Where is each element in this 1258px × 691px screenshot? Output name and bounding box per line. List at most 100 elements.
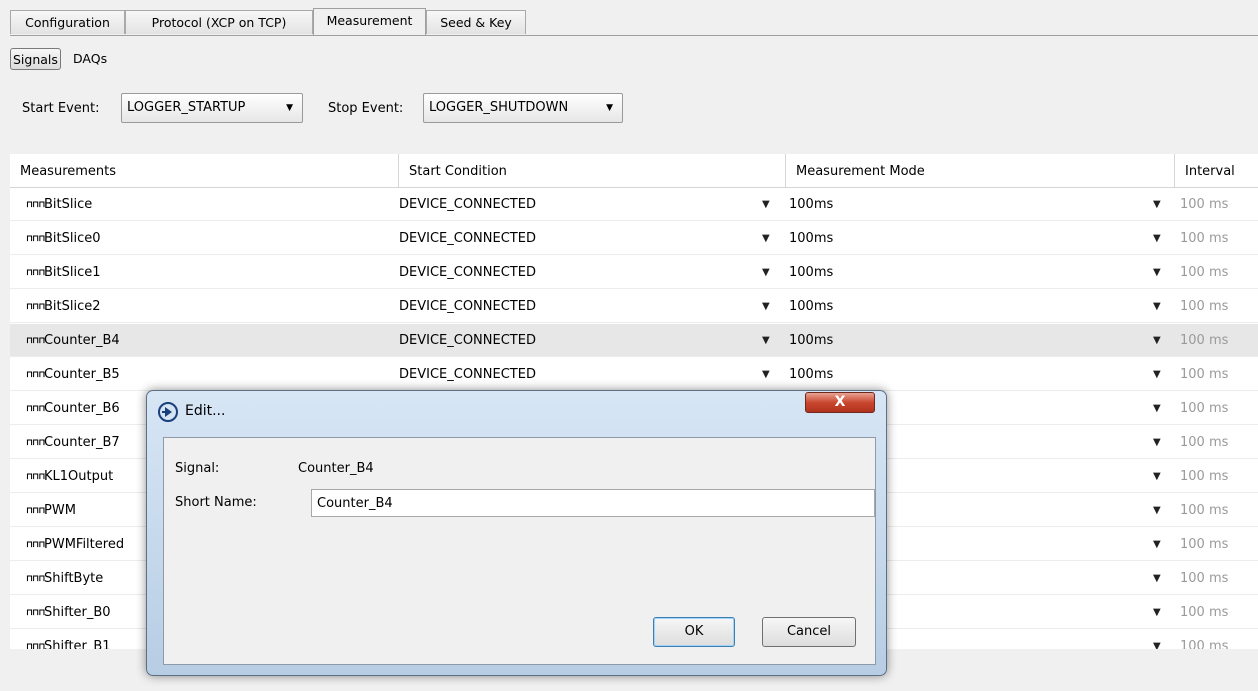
- tab-protocol[interactable]: Protocol (XCP on TCP): [125, 10, 313, 34]
- measurement-name: BitSlice0: [44, 231, 101, 246]
- interval-cell: 100 ms: [1180, 265, 1229, 280]
- tab-configuration[interactable]: Configuration: [10, 10, 125, 34]
- measurement-mode-cell[interactable]: 100ms: [789, 188, 1129, 221]
- chevron-down-icon[interactable]: ▼: [1153, 392, 1161, 425]
- chevron-down-icon[interactable]: ▼: [1153, 494, 1161, 527]
- chevron-down-icon[interactable]: ▼: [1153, 324, 1161, 357]
- chevron-down-icon[interactable]: ▼: [762, 290, 770, 323]
- measurement-name: ShiftByte: [44, 571, 104, 586]
- table-row[interactable]: ⊓⊓⊓Counter_B4 DEVICE_CONNECTED ▼ 100ms ▼ 100 …: [10, 324, 1258, 357]
- table-row[interactable]: ⊓⊓⊓Counter_B5 DEVICE_CONNECTED ▼ 100ms ▼ 100 …: [10, 358, 1258, 391]
- table-row[interactable]: ⊓⊓⊓BitSlice1 DEVICE_CONNECTED ▼ 100ms ▼ 100 m…: [10, 256, 1258, 289]
- interval-cell: 100 ms: [1180, 197, 1229, 212]
- interval-cell: 100 ms: [1180, 537, 1229, 552]
- dialog-title: Edit...: [185, 403, 226, 419]
- app-logo-icon: [158, 402, 178, 422]
- signal-wave-icon: ⊓⊓⊓: [26, 574, 46, 584]
- short-name-input[interactable]: [311, 489, 875, 517]
- signal-wave-icon: ⊓⊓⊓: [26, 200, 46, 210]
- measurement-mode-cell[interactable]: 100ms: [789, 290, 1129, 323]
- subtab-daqs[interactable]: DAQs: [73, 48, 107, 70]
- interval-cell: 100 ms: [1180, 469, 1229, 484]
- close-button[interactable]: X: [805, 392, 875, 413]
- measurement-mode-cell[interactable]: 100ms: [789, 324, 1129, 357]
- table-header: Measurements Start Condition Measurement…: [10, 154, 1258, 188]
- signal-label: Signal:: [175, 461, 220, 476]
- start-condition-cell[interactable]: DEVICE_CONNECTED: [399, 222, 739, 255]
- signal-wave-icon: ⊓⊓⊓: [26, 336, 46, 346]
- tab-seed-key[interactable]: Seed & Key: [426, 10, 526, 34]
- chevron-down-icon[interactable]: ▼: [1153, 290, 1161, 323]
- interval-cell: 100 ms: [1180, 503, 1229, 518]
- measurement-name-cell: ⊓⊓⊓BitSlice1: [26, 256, 396, 289]
- cancel-button[interactable]: Cancel: [762, 617, 856, 647]
- signal-wave-icon: ⊓⊓⊓: [26, 608, 46, 618]
- column-header-measurement-mode[interactable]: Measurement Mode: [786, 154, 1175, 187]
- chevron-down-icon[interactable]: ▼: [1153, 562, 1161, 595]
- signal-wave-icon: ⊓⊓⊓: [26, 472, 46, 482]
- chevron-down-icon[interactable]: ▼: [762, 188, 770, 221]
- start-condition-cell[interactable]: DEVICE_CONNECTED: [399, 188, 739, 221]
- start-condition-cell[interactable]: DEVICE_CONNECTED: [399, 324, 739, 357]
- measurement-mode-cell[interactable]: 100ms: [789, 222, 1129, 255]
- measurement-name: KL1Output: [44, 469, 114, 484]
- chevron-down-icon[interactable]: ▼: [1153, 188, 1161, 221]
- interval-cell: 100 ms: [1180, 299, 1229, 314]
- chevron-down-icon: ▼: [606, 103, 613, 113]
- interval-cell: 100 ms: [1180, 401, 1229, 416]
- signal-wave-icon: ⊓⊓⊓: [26, 642, 46, 649]
- column-header-interval[interactable]: Interval: [1175, 154, 1258, 187]
- chevron-down-icon[interactable]: ▼: [1153, 222, 1161, 255]
- interval-cell: 100 ms: [1180, 435, 1229, 450]
- start-event-select[interactable]: LOGGER_STARTUP ▼: [121, 93, 303, 123]
- table-row[interactable]: ⊓⊓⊓BitSlice DEVICE_CONNECTED ▼ 100ms ▼ 100 ms: [10, 188, 1258, 221]
- chevron-down-icon[interactable]: ▼: [1153, 256, 1161, 289]
- measurement-name: Counter_B4: [44, 333, 120, 348]
- chevron-down-icon[interactable]: ▼: [1153, 528, 1161, 561]
- table-row[interactable]: ⊓⊓⊓BitSlice2 DEVICE_CONNECTED ▼ 100ms ▼ 100 m…: [10, 290, 1258, 323]
- chevron-down-icon[interactable]: ▼: [1153, 596, 1161, 629]
- chevron-down-icon[interactable]: ▼: [1153, 358, 1161, 391]
- chevron-down-icon[interactable]: ▼: [762, 324, 770, 357]
- chevron-down-icon[interactable]: ▼: [1153, 426, 1161, 459]
- chevron-down-icon[interactable]: ▼: [762, 358, 770, 391]
- chevron-down-icon[interactable]: ▼: [1153, 630, 1161, 649]
- interval-cell: 100 ms: [1180, 367, 1229, 382]
- interval-cell: 100 ms: [1180, 571, 1229, 586]
- interval-cell: 100 ms: [1180, 639, 1229, 649]
- signal-wave-icon: ⊓⊓⊓: [26, 302, 46, 312]
- ok-button[interactable]: OK: [653, 617, 735, 647]
- start-condition-cell[interactable]: DEVICE_CONNECTED: [399, 358, 739, 391]
- measurement-name: Shifter_B1: [44, 639, 111, 649]
- start-condition-cell[interactable]: DEVICE_CONNECTED: [399, 256, 739, 289]
- dialog-body: Signal: Counter_B4 Short Name: OK Cancel: [163, 437, 876, 665]
- signal-wave-icon: ⊓⊓⊓: [26, 540, 46, 550]
- tab-measurement[interactable]: Measurement: [313, 8, 426, 35]
- measurement-name-cell: ⊓⊓⊓Counter_B5: [26, 358, 396, 391]
- chevron-down-icon[interactable]: ▼: [762, 222, 770, 255]
- measurement-mode-cell[interactable]: 100ms: [789, 256, 1129, 289]
- measurement-name-cell: ⊓⊓⊓BitSlice0: [26, 222, 396, 255]
- signal-value: Counter_B4: [298, 461, 374, 476]
- measurement-name: Shifter_B0: [44, 605, 111, 620]
- signal-wave-icon: ⊓⊓⊓: [26, 438, 46, 448]
- chevron-down-icon[interactable]: ▼: [1153, 460, 1161, 493]
- stop-event-select[interactable]: LOGGER_SHUTDOWN ▼: [423, 93, 623, 123]
- chevron-down-icon: ▼: [286, 103, 293, 113]
- interval-cell: 100 ms: [1180, 231, 1229, 246]
- chevron-down-icon[interactable]: ▼: [762, 256, 770, 289]
- interval-cell: 100 ms: [1180, 605, 1229, 620]
- measurement-mode-cell[interactable]: 100ms: [789, 358, 1129, 391]
- table-row[interactable]: ⊓⊓⊓BitSlice0 DEVICE_CONNECTED ▼ 100ms ▼ 100 m…: [10, 222, 1258, 255]
- measurement-name-cell: ⊓⊓⊓BitSlice2: [26, 290, 396, 323]
- column-header-start-condition[interactable]: Start Condition: [399, 154, 786, 187]
- measurement-name: Counter_B6: [44, 401, 120, 416]
- signal-wave-icon: ⊓⊓⊓: [26, 506, 46, 516]
- close-icon: X: [834, 394, 846, 410]
- column-header-measurements[interactable]: Measurements: [10, 154, 399, 187]
- start-condition-cell[interactable]: DEVICE_CONNECTED: [399, 290, 739, 323]
- measurement-name: PWM: [44, 503, 76, 518]
- short-name-label: Short Name:: [175, 495, 257, 510]
- subtab-signals[interactable]: Signals: [10, 48, 61, 70]
- measurement-name: Counter_B7: [44, 435, 120, 450]
